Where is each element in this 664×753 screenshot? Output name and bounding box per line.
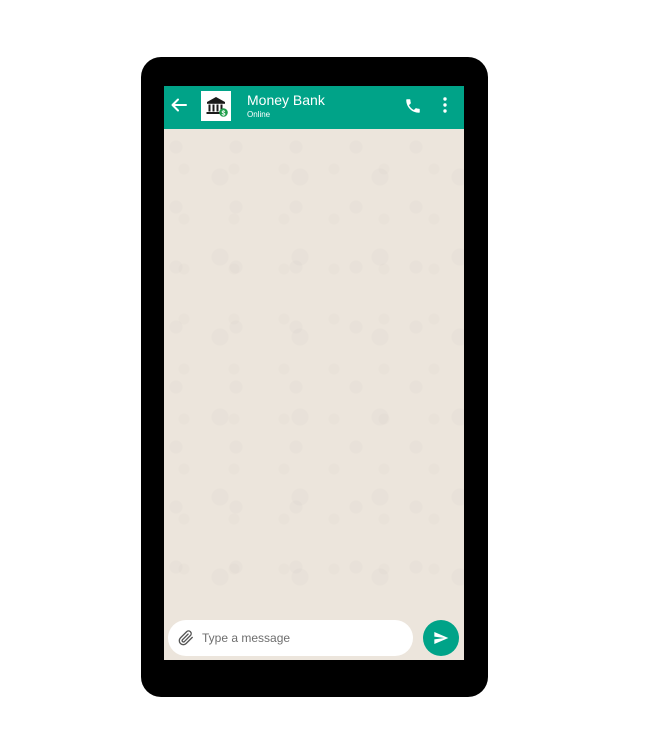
attach-button[interactable] (178, 629, 194, 647)
paperclip-icon (178, 630, 193, 646)
message-list[interactable] (164, 129, 464, 613)
call-button[interactable] (404, 97, 422, 115)
chat-screen: $ Money Bank Online (164, 86, 464, 660)
contact-status: Online (247, 110, 271, 119)
arrow-left-icon (171, 98, 187, 112)
send-button[interactable] (423, 620, 459, 656)
avatar[interactable]: $ (201, 91, 231, 121)
message-composer (168, 620, 413, 656)
more-vertical-icon (443, 97, 447, 113)
phone-icon (406, 99, 420, 113)
more-options-button[interactable] (438, 96, 452, 114)
phone-frame: $ Money Bank Online (141, 57, 488, 697)
send-icon (434, 632, 449, 644)
chat-header: $ Money Bank Online (164, 86, 464, 129)
message-input[interactable] (202, 627, 402, 649)
bank-icon: $ (206, 97, 228, 117)
contact-name[interactable]: Money Bank (247, 92, 325, 108)
back-button[interactable] (170, 96, 188, 114)
svg-text:$: $ (222, 110, 226, 117)
